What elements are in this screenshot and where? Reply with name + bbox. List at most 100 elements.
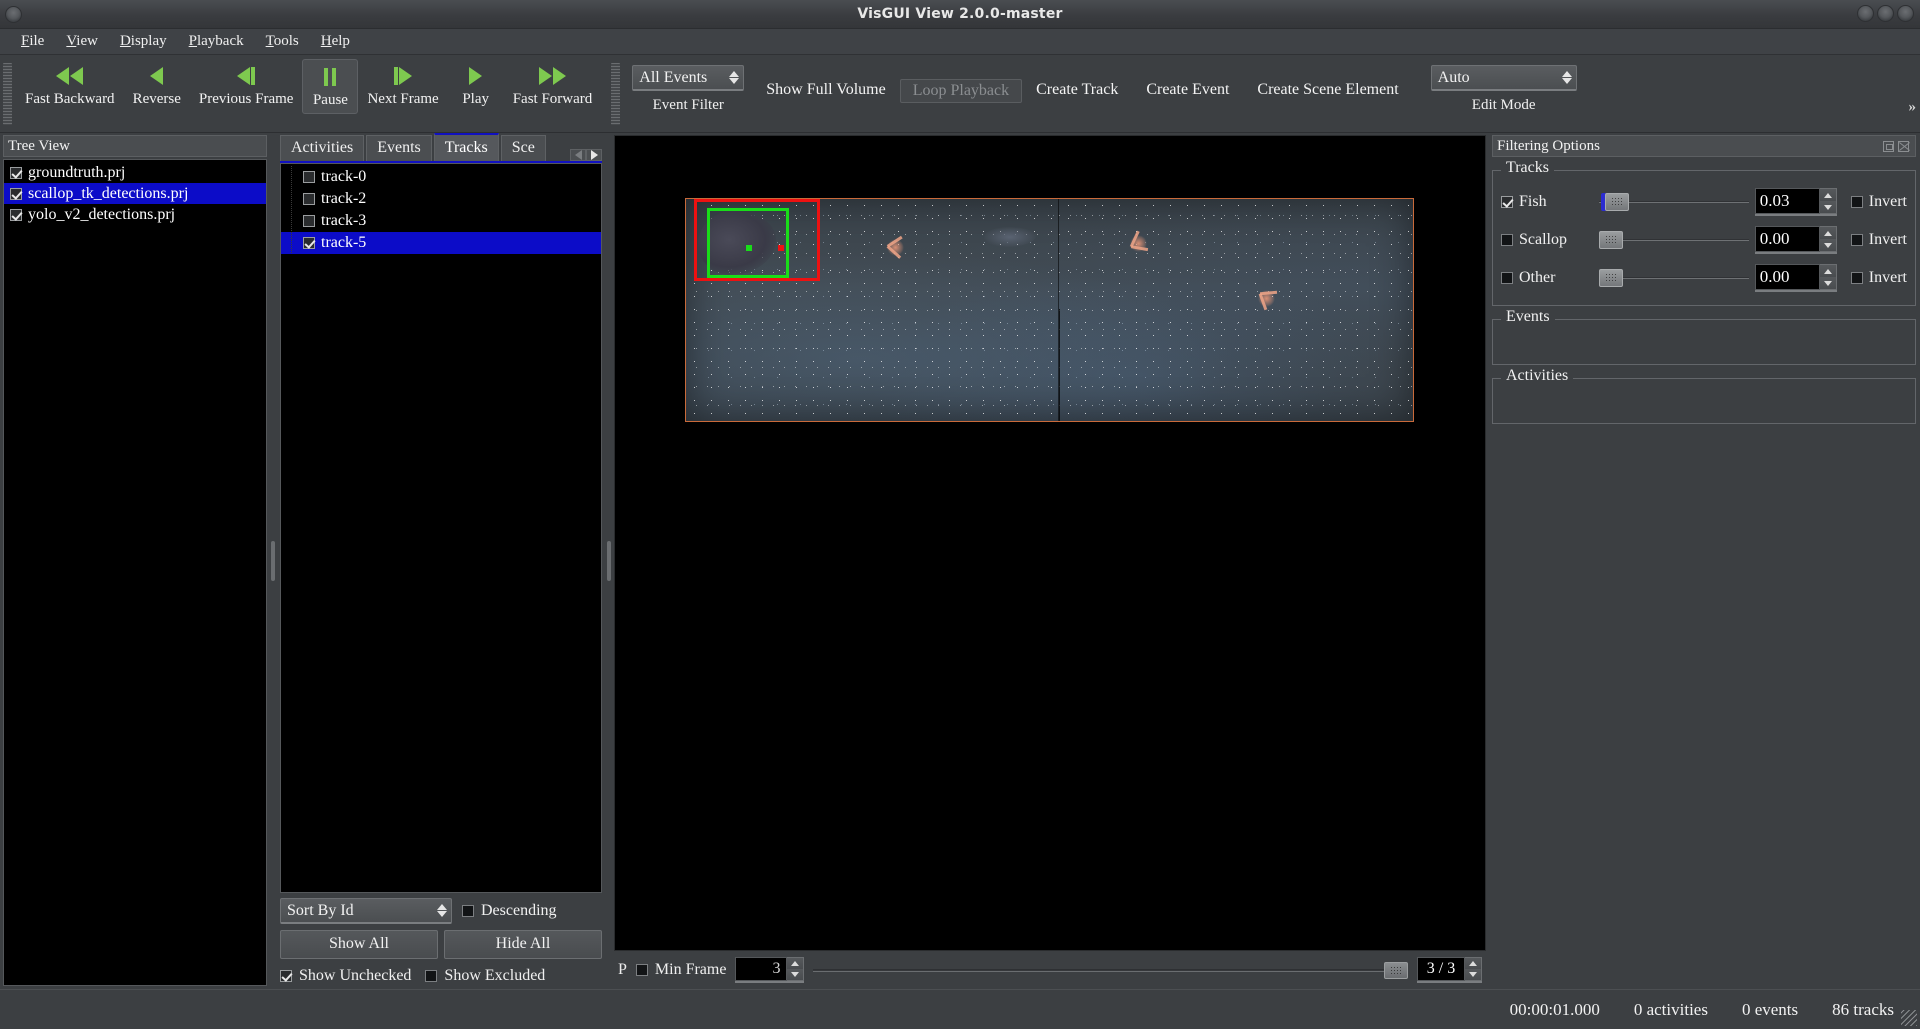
- hide-all-button[interactable]: Hide All: [444, 930, 602, 959]
- event-filter-combo[interactable]: All Events: [632, 65, 745, 91]
- fish-invert-checkbox[interactable]: Invert: [1850, 193, 1907, 211]
- edit-mode-combo[interactable]: Auto: [1430, 65, 1577, 91]
- sort-by-combo[interactable]: Sort By Id: [280, 898, 452, 924]
- checkbox-icon[interactable]: [303, 215, 315, 227]
- min-frame-checkbox[interactable]: Min Frame: [635, 961, 726, 979]
- checkbox-icon[interactable]: [10, 208, 22, 221]
- checkbox-icon[interactable]: [1501, 196, 1513, 208]
- toolbar-grip[interactable]: [3, 63, 12, 125]
- spin-down-icon[interactable]: [1465, 969, 1481, 980]
- checkbox-icon[interactable]: [1501, 234, 1513, 246]
- spin-down-icon[interactable]: [1819, 239, 1836, 251]
- spin-up-icon[interactable]: [1819, 265, 1836, 277]
- other-invert-checkbox[interactable]: Invert: [1850, 269, 1907, 287]
- checkbox-icon[interactable]: [280, 970, 292, 982]
- spin-up-icon[interactable]: [1819, 189, 1836, 201]
- tab-scene-elements[interactable]: Sce: [500, 135, 546, 161]
- fish-threshold-slider[interactable]: [1599, 190, 1749, 214]
- track-list-item[interactable]: track-3: [281, 210, 601, 232]
- create-event-button[interactable]: Create Event: [1132, 81, 1243, 99]
- other-checkbox[interactable]: Other: [1501, 269, 1593, 287]
- checkbox-icon[interactable]: [635, 964, 648, 976]
- min-frame-spinbox[interactable]: 3: [735, 957, 805, 983]
- menu-help[interactable]: Help: [310, 31, 361, 52]
- fish-spin-buttons[interactable]: [1819, 188, 1837, 214]
- checkbox-icon[interactable]: [303, 193, 315, 205]
- min-frame-spin-buttons[interactable]: [787, 957, 805, 981]
- scallop-threshold-value[interactable]: 0.00: [1754, 226, 1820, 252]
- scallop-threshold-slider[interactable]: [1599, 228, 1749, 252]
- checkbox-icon[interactable]: [462, 905, 474, 917]
- track-list-item[interactable]: track-5: [281, 232, 601, 254]
- menu-display[interactable]: Display: [109, 31, 178, 52]
- detection-box-red[interactable]: [694, 199, 820, 281]
- frame-counter-spin-buttons[interactable]: [1465, 957, 1482, 981]
- tab-tracks[interactable]: Tracks: [433, 133, 499, 161]
- checkbox-icon[interactable]: [1850, 196, 1863, 208]
- tree-view-list[interactable]: groundtruth.prj scallop_tk_detections.pr…: [3, 159, 267, 986]
- checkbox-icon[interactable]: [10, 187, 22, 200]
- min-frame-value[interactable]: 3: [735, 957, 788, 981]
- spin-up-icon[interactable]: [787, 958, 804, 969]
- other-threshold-spinbox[interactable]: 0.00: [1754, 264, 1837, 292]
- tree-item-yolo-v2-detections[interactable]: yolo_v2_detections.prj: [4, 204, 266, 225]
- menu-playback[interactable]: Playback: [178, 31, 255, 52]
- checkbox-icon[interactable]: [303, 237, 315, 249]
- menu-tools[interactable]: Tools: [255, 31, 310, 52]
- scallop-spin-buttons[interactable]: [1819, 226, 1837, 252]
- previous-frame-button[interactable]: Previous Frame: [190, 59, 303, 112]
- create-scene-element-button[interactable]: Create Scene Element: [1243, 81, 1412, 99]
- track-list[interactable]: track-0 track-2 track-3 track-5: [280, 163, 602, 893]
- descending-checkbox[interactable]: Descending: [462, 902, 557, 920]
- toolbar-overflow-button[interactable]: »: [1909, 99, 1917, 116]
- checkbox-icon[interactable]: [1850, 234, 1863, 246]
- play-button[interactable]: Play: [448, 59, 504, 112]
- maximize-icon[interactable]: [1877, 5, 1894, 22]
- create-track-button[interactable]: Create Track: [1022, 81, 1132, 99]
- checkbox-icon[interactable]: [425, 970, 438, 982]
- show-unchecked-checkbox[interactable]: Show Unchecked: [280, 967, 411, 985]
- fast-backward-button[interactable]: Fast Backward: [16, 59, 124, 112]
- checkbox-icon[interactable]: [303, 171, 315, 183]
- other-threshold-slider[interactable]: [1599, 266, 1749, 290]
- other-slider-knob[interactable]: [1599, 269, 1623, 287]
- show-full-volume-button[interactable]: Show Full Volume: [752, 81, 899, 99]
- tab-scroll-right-icon[interactable]: [586, 149, 602, 161]
- spin-up-icon[interactable]: [1465, 958, 1481, 969]
- close-icon[interactable]: [1898, 140, 1909, 152]
- fast-forward-button[interactable]: Fast Forward: [504, 59, 602, 112]
- reverse-button[interactable]: Reverse: [124, 59, 190, 112]
- menu-view[interactable]: View: [55, 31, 109, 52]
- detection-box-green[interactable]: [707, 208, 789, 278]
- tab-events[interactable]: Events: [366, 135, 432, 161]
- frame-counter-spinbox[interactable]: 3 / 3: [1417, 957, 1482, 983]
- spin-up-icon[interactable]: [1819, 227, 1836, 239]
- show-all-button[interactable]: Show All: [280, 930, 438, 959]
- resize-grip[interactable]: [1901, 1010, 1917, 1026]
- fish-threshold-spinbox[interactable]: 0.03: [1754, 188, 1837, 216]
- scallop-slider-knob[interactable]: [1599, 231, 1623, 249]
- fish-slider-knob[interactable]: [1605, 193, 1629, 211]
- menu-file[interactable]: File: [10, 31, 55, 52]
- float-icon[interactable]: [1883, 140, 1894, 152]
- other-threshold-value[interactable]: 0.00: [1754, 264, 1820, 290]
- spin-down-icon[interactable]: [787, 969, 804, 980]
- frame-slider-knob[interactable]: [1384, 962, 1408, 979]
- next-frame-button[interactable]: Next Frame: [358, 59, 447, 112]
- track-list-item[interactable]: track-0: [281, 166, 601, 188]
- frame-slider[interactable]: [813, 957, 1408, 983]
- scallop-checkbox[interactable]: Scallop: [1501, 231, 1593, 249]
- fish-checkbox[interactable]: Fish: [1501, 193, 1593, 211]
- scallop-threshold-spinbox[interactable]: 0.00: [1754, 226, 1837, 254]
- spin-down-icon[interactable]: [1819, 277, 1836, 289]
- tree-item-groundtruth[interactable]: groundtruth.prj: [4, 162, 266, 183]
- tree-item-scallop-tk-detections[interactable]: scallop_tk_detections.prj: [4, 183, 266, 204]
- minimize-icon[interactable]: [1857, 5, 1874, 22]
- tab-activities[interactable]: Activities: [280, 135, 365, 161]
- show-excluded-checkbox[interactable]: Show Excluded: [425, 967, 545, 985]
- fish-threshold-value[interactable]: 0.03: [1754, 188, 1820, 214]
- checkbox-icon[interactable]: [10, 166, 22, 179]
- track-list-item[interactable]: track-2: [281, 188, 601, 210]
- close-icon[interactable]: [1897, 5, 1914, 22]
- spin-down-icon[interactable]: [1819, 201, 1836, 213]
